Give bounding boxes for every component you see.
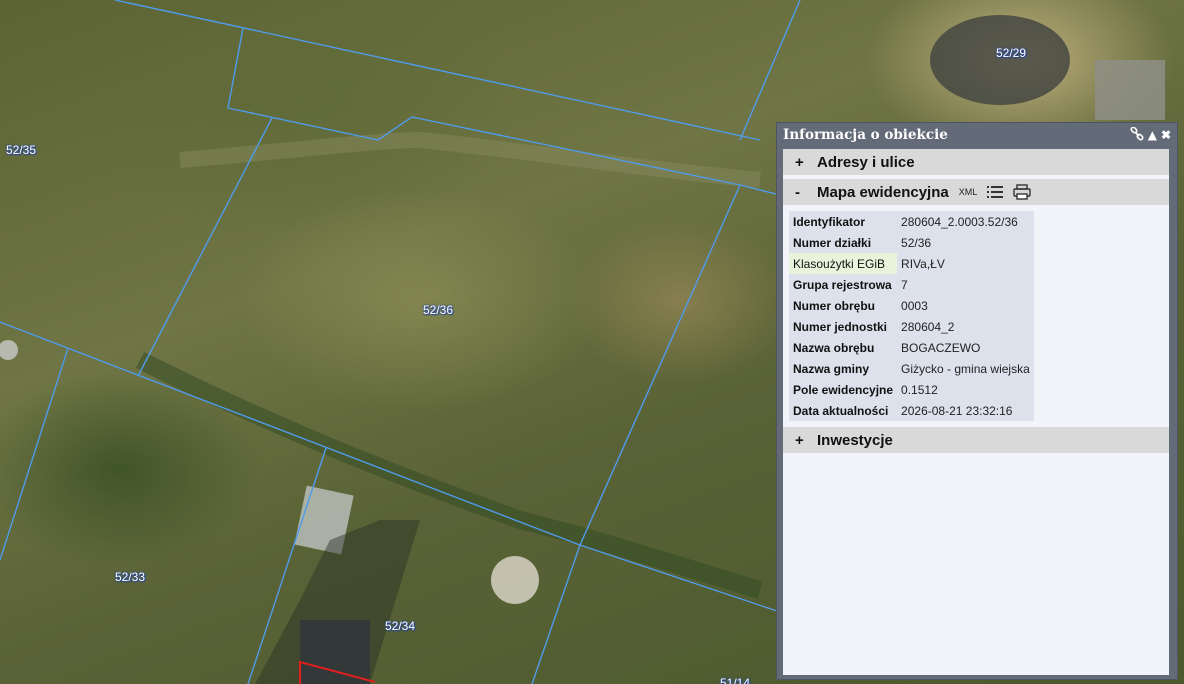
attr-value: 2026-08-21 23:32:16 bbox=[897, 400, 1034, 421]
collapse-up-icon[interactable]: ▲ bbox=[1148, 129, 1157, 141]
expand-toggle[interactable]: + bbox=[795, 432, 817, 449]
attr-key: Grupa rejestrowa bbox=[789, 274, 898, 295]
table-row: Numer jednostki 280604_2 bbox=[789, 316, 1034, 337]
table-row: Pole ewidencyjne 0.1512 bbox=[789, 379, 1034, 400]
attr-key: Nazwa obrębu bbox=[789, 337, 898, 358]
collapse-toggle[interactable]: - bbox=[795, 184, 817, 201]
attr-value: 52/36 bbox=[897, 232, 1034, 253]
attr-key: Numer obrębu bbox=[789, 295, 898, 316]
round-structure bbox=[491, 556, 539, 604]
tree-line bbox=[135, 351, 763, 599]
attr-key: Nazwa gminy bbox=[789, 358, 898, 379]
attr-value: Giżycko - gmina wiejska bbox=[897, 358, 1034, 379]
shadow-area bbox=[255, 520, 420, 684]
parcel-label[interactable]: 51/14 bbox=[720, 676, 750, 684]
expand-toggle[interactable]: + bbox=[795, 154, 817, 171]
parcel-attributes-table: Identyfikator 280604_2.0003.52/36 Numer d… bbox=[789, 211, 1034, 421]
table-row: Grupa rejestrowa 7 bbox=[789, 274, 1034, 295]
parcel-label[interactable]: 52/29 bbox=[996, 46, 1026, 60]
panel-body: + Adresy i ulice - Mapa ewidencyjna XML … bbox=[783, 149, 1169, 675]
attr-value: 280604_2 bbox=[897, 316, 1034, 337]
table-row: Identyfikator 280604_2.0003.52/36 bbox=[789, 211, 1034, 232]
table-row: Numer działki 52/36 bbox=[789, 232, 1034, 253]
attr-value: RIVa,ŁV bbox=[897, 253, 1034, 274]
section-addresses[interactable]: + Adresy i ulice bbox=[783, 149, 1169, 175]
link-icon[interactable] bbox=[1130, 126, 1144, 143]
attr-key: Numer działki bbox=[789, 232, 898, 253]
section-cadastral-map[interactable]: - Mapa ewidencyjna XML bbox=[783, 179, 1169, 205]
attr-key: Pole ewidencyjne bbox=[789, 379, 898, 400]
table-row: Data aktualności 2026-08-21 23:32:16 bbox=[789, 400, 1034, 421]
panel-title: Informacja o obiekcie bbox=[783, 127, 948, 143]
section-label: Mapa ewidencyjna bbox=[817, 183, 949, 201]
attr-key: Klasoużytki EGiB bbox=[789, 253, 898, 274]
parcel-label[interactable]: 52/34 bbox=[385, 619, 415, 633]
object-info-panel[interactable]: Informacja o obiekcie ▲ ✖ + Adresy i uli… bbox=[776, 122, 1178, 680]
table-row[interactable]: Klasoużytki EGiB RIVa,ŁV bbox=[789, 253, 1034, 274]
panel-header[interactable]: Informacja o obiekcie ▲ ✖ bbox=[777, 123, 1177, 147]
attr-value: 0003 bbox=[897, 295, 1034, 316]
attr-key: Numer jednostki bbox=[789, 316, 898, 337]
xml-export-button[interactable]: XML bbox=[959, 187, 978, 197]
building-roof bbox=[1095, 60, 1165, 120]
small-object bbox=[0, 340, 18, 360]
section-label: Adresy i ulice bbox=[817, 153, 915, 171]
attr-key: Data aktualności bbox=[789, 400, 898, 421]
table-row: Numer obrębu 0003 bbox=[789, 295, 1034, 316]
parcel-label[interactable]: 52/36 bbox=[423, 303, 453, 317]
list-icon[interactable] bbox=[987, 185, 1004, 199]
dirt-path bbox=[179, 131, 761, 188]
section-label: Inwestycje bbox=[817, 431, 893, 449]
building-roof bbox=[930, 15, 1070, 105]
section-investments[interactable]: + Inwestycje bbox=[783, 427, 1169, 453]
print-icon[interactable] bbox=[1013, 184, 1031, 200]
attr-value: BOGACZEWO bbox=[897, 337, 1034, 358]
attr-value: 280604_2.0003.52/36 bbox=[897, 211, 1034, 232]
table-row: Nazwa gminy Giżycko - gmina wiejska bbox=[789, 358, 1034, 379]
attr-value: 7 bbox=[897, 274, 1034, 295]
attr-key: Identyfikator bbox=[789, 211, 898, 232]
parcel-label[interactable]: 52/33 bbox=[115, 570, 145, 584]
attr-value: 0.1512 bbox=[897, 379, 1034, 400]
parcel-label[interactable]: 52/35 bbox=[6, 143, 36, 157]
table-row: Nazwa obrębu BOGACZEWO bbox=[789, 337, 1034, 358]
close-icon[interactable]: ✖ bbox=[1161, 129, 1171, 141]
